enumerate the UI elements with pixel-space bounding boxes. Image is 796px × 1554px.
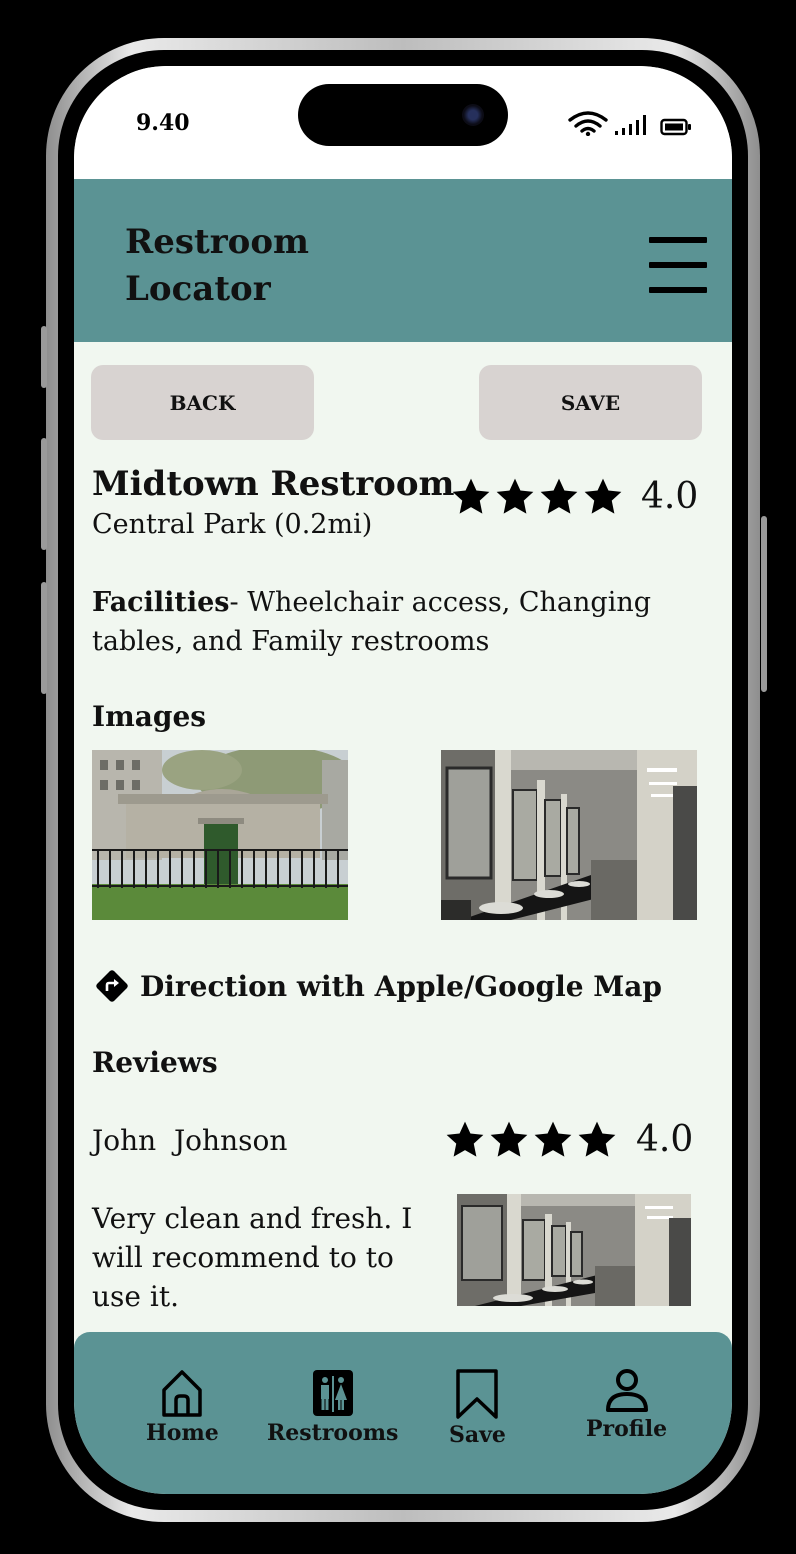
- star-icon: [446, 1121, 484, 1157]
- directions-link[interactable]: Direction with Apple/Google Map: [94, 968, 662, 1004]
- restroom-exterior-photo[interactable]: [92, 750, 348, 920]
- menu-button[interactable]: [649, 237, 707, 293]
- volume-down-button: [41, 582, 47, 694]
- back-button[interactable]: BACK: [91, 365, 314, 440]
- star-icon: [584, 478, 622, 514]
- hamburger-icon-bar: [649, 262, 707, 268]
- star-icon: [490, 1121, 528, 1157]
- action-button: [41, 326, 47, 388]
- review-rating-value: 4.0: [636, 1119, 694, 1160]
- place-rating-value: 4.0: [641, 476, 699, 517]
- facilities-label: Facilities: [92, 587, 230, 618]
- status-bar: 9.40: [74, 66, 732, 179]
- screen: 9.40 Restroom Locator BACK SAVE Midtown …: [74, 66, 732, 1494]
- hamburger-icon-bar: [649, 287, 707, 293]
- place-rating-stars: [450, 476, 624, 518]
- app-title-line1: Restroom: [125, 222, 309, 262]
- save-button[interactable]: SAVE: [479, 365, 702, 440]
- app-header: Restroom Locator: [74, 179, 732, 342]
- reviews-heading: Reviews: [92, 1046, 218, 1079]
- signal-icon: [615, 115, 646, 135]
- restroom-icon: [312, 1370, 353, 1416]
- power-button: [761, 516, 767, 692]
- nav-home[interactable]: Home: [146, 1368, 219, 1446]
- nav-restrooms[interactable]: Restrooms: [267, 1368, 398, 1446]
- volume-up-button: [41, 438, 47, 550]
- facilities-text: Facilities- Wheelchair access, Changing …: [92, 583, 682, 661]
- restroom-interior-photo[interactable]: [441, 750, 697, 920]
- review-photo[interactable]: [457, 1194, 691, 1306]
- reviewer-name: John Johnson: [92, 1124, 288, 1157]
- nav-profile-label: Profile: [586, 1416, 668, 1442]
- nav-save[interactable]: Save: [449, 1368, 506, 1448]
- images-heading: Images: [92, 700, 207, 733]
- star-icon: [534, 1121, 572, 1157]
- place-name: Midtown Restroom: [92, 464, 455, 504]
- nav-home-label: Home: [146, 1420, 219, 1446]
- app-title-line2: Locator: [125, 269, 271, 309]
- nav-restrooms-label: Restrooms: [267, 1420, 399, 1446]
- battery-icon: [660, 118, 691, 136]
- nav-save-label: Save: [449, 1422, 506, 1448]
- star-icon: [540, 478, 578, 514]
- review-rating-stars: [444, 1119, 618, 1161]
- star-icon: [496, 478, 534, 514]
- front-camera: [462, 104, 484, 126]
- place-location: Central Park (0.2mi): [92, 509, 373, 540]
- status-icons: [568, 110, 692, 136]
- review-text: Very clean and fresh. I will recommend t…: [92, 1202, 413, 1313]
- home-icon: [162, 1370, 203, 1417]
- status-time: 9.40: [136, 110, 190, 136]
- bookmark-icon: [456, 1369, 499, 1419]
- profile-icon: [605, 1369, 648, 1412]
- hamburger-icon-bar: [649, 237, 707, 243]
- bottom-nav: Home Restrooms Save Profile: [74, 1332, 732, 1494]
- star-icon: [578, 1121, 616, 1157]
- nav-profile[interactable]: Profile: [586, 1368, 667, 1442]
- app-title: Restroom Locator: [125, 219, 355, 313]
- star-icon: [452, 478, 490, 514]
- directions-label: Direction with Apple/Google Map: [140, 969, 662, 1003]
- wifi-icon: [568, 111, 608, 136]
- directions-icon: [96, 970, 128, 1002]
- dynamic-island: [298, 84, 508, 146]
